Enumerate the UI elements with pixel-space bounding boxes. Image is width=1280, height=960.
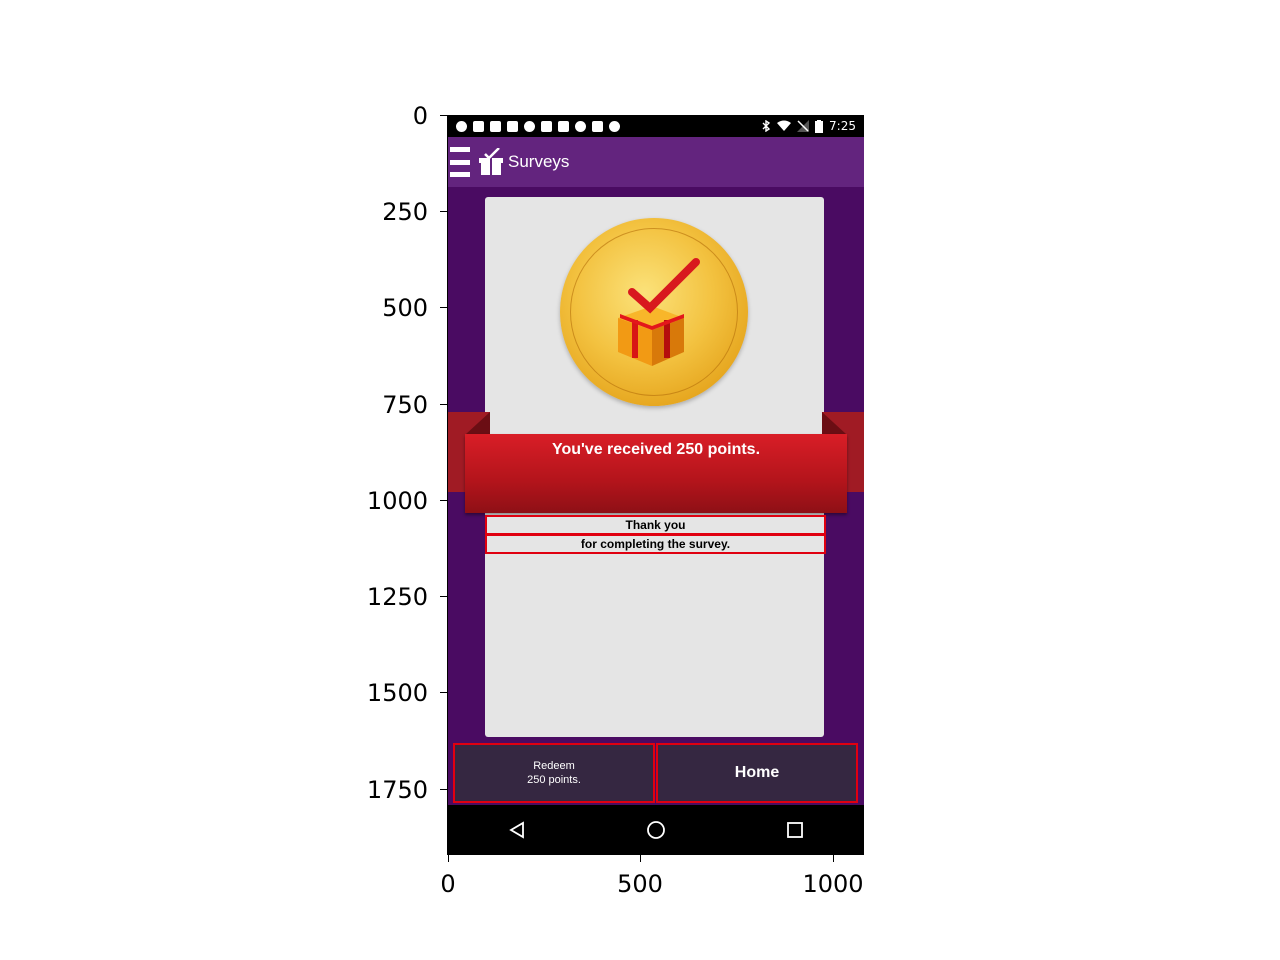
status-notification-icons <box>448 120 628 132</box>
battery-icon <box>815 119 824 133</box>
no-signal-icon <box>797 120 810 132</box>
facebook-icon <box>490 120 501 132</box>
status-system-icons: 7:25 <box>753 119 864 133</box>
redeem-button-label: Redeem <box>533 760 575 772</box>
facebook-icon <box>507 120 518 132</box>
y-tick <box>440 211 447 212</box>
y-tick-label: 1750 <box>366 776 428 804</box>
completion-message-text: for completing the survey. <box>485 534 826 554</box>
info-icon <box>575 120 586 132</box>
redeem-points-label: 250 points. <box>527 774 581 786</box>
home-button-label: Home <box>734 764 780 781</box>
x-tick <box>640 855 641 862</box>
ribbon-fold-right <box>822 412 846 434</box>
status-bar: 7:25 <box>448 115 864 137</box>
system-nav-bar <box>448 805 864 854</box>
hamburger-menu-icon[interactable] <box>450 147 472 177</box>
status-time: 7:25 <box>829 119 856 133</box>
facebook-icon <box>473 120 484 132</box>
gold-coin-gift-icon <box>560 218 748 406</box>
redeem-button[interactable]: Redeem 250 points. <box>453 743 655 803</box>
gift-check-icon <box>479 148 503 175</box>
y-tick-label: 0 <box>412 102 428 130</box>
ribbon-fold-left <box>466 412 490 434</box>
home-button[interactable]: Home <box>656 743 858 803</box>
y-tick-label: 750 <box>382 391 428 419</box>
x-tick <box>833 855 834 862</box>
points-banner: You've received 250 points. <box>465 434 847 513</box>
y-tick <box>440 692 447 693</box>
y-tick <box>440 115 447 116</box>
lock-icon <box>592 120 603 132</box>
y-tick-label: 250 <box>382 198 428 226</box>
tools-icon <box>558 120 569 132</box>
facebook-icon <box>541 120 552 132</box>
y-tick-label: 500 <box>382 294 428 322</box>
points-banner-text: You've received 250 points. <box>551 441 761 458</box>
android-icon <box>609 120 620 132</box>
back-triangle-icon[interactable] <box>497 815 537 845</box>
y-tick-label: 1000 <box>366 487 428 515</box>
wifi-icon <box>777 120 792 131</box>
x-axis-spine <box>447 854 864 855</box>
y-tick-label: 1500 <box>366 679 428 707</box>
y-tick <box>440 500 447 501</box>
record-icon <box>456 120 467 132</box>
x-tick-label: 0 <box>440 870 456 898</box>
y-tick-label: 1250 <box>366 583 428 611</box>
app-title: Surveys <box>508 152 570 171</box>
y-tick <box>440 404 447 405</box>
phone-screen: 7:25 Surveys You've received 250 points.… <box>448 115 864 854</box>
recents-square-icon[interactable] <box>775 815 815 845</box>
y-tick <box>440 789 447 790</box>
y-tick <box>440 307 447 308</box>
x-tick-label: 500 <box>617 870 663 898</box>
x-tick <box>448 855 449 862</box>
x-tick-label: 1000 <box>802 870 864 898</box>
home-circle-icon[interactable] <box>636 815 676 845</box>
swirl-icon <box>524 120 535 132</box>
y-tick <box>440 596 447 597</box>
app-bar: Surveys <box>448 137 864 187</box>
bluetooth-icon <box>762 120 771 132</box>
thank-you-text: Thank you <box>485 515 826 535</box>
